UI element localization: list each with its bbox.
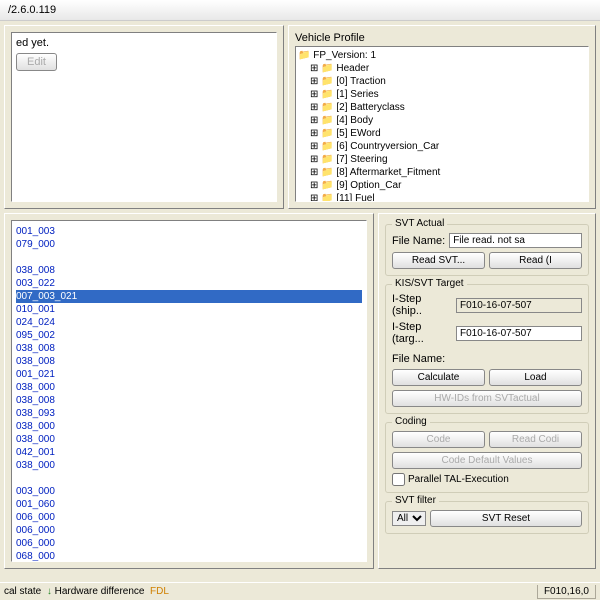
list-item[interactable]: 038_000 <box>16 381 362 394</box>
status-cal: cal state <box>4 586 41 597</box>
list-item[interactable]: 003_000 <box>16 485 362 498</box>
filename-label2: File Name: <box>392 353 445 365</box>
list-item[interactable]: 007_003_021 <box>16 290 362 303</box>
list-item[interactable]: 038_000 <box>16 459 362 472</box>
istep-ship-label: I-Step (ship.. <box>392 293 452 317</box>
istep-targ-label: I-Step (targ... <box>392 321 452 345</box>
read-button[interactable]: Read (I <box>489 252 582 269</box>
tree-item[interactable]: [2] Batteryclass <box>298 101 586 114</box>
hardware-diff-icon: ↓ <box>47 586 52 597</box>
svt-actual-group: SVT Actual File Name: Read SVT...Read (I <box>385 224 589 276</box>
filename-label: File Name: <box>392 235 445 247</box>
tree-item[interactable]: [9] Option_Car <box>298 179 586 192</box>
list-item[interactable]: 038_008 <box>16 342 362 355</box>
list-item[interactable]: 024_024 <box>16 316 362 329</box>
list-item[interactable]: 038_093 <box>16 407 362 420</box>
status-fdl: FDL <box>150 586 169 597</box>
list-item[interactable]: 038_008 <box>16 264 362 277</box>
coding-group: Coding CodeRead Codi Code Default Values… <box>385 422 589 493</box>
edit-button[interactable]: Edit <box>16 53 57 71</box>
list-item[interactable]: 006_000 <box>16 537 362 550</box>
code-default-button: Code Default Values <box>392 452 582 469</box>
istep-targ-input[interactable] <box>456 326 582 341</box>
group-title: SVT Actual <box>392 218 447 229</box>
list-panel: 001_003079_000038_008003_022007_003_0210… <box>4 213 374 569</box>
filter-select[interactable]: All <box>392 511 426 526</box>
filename-input[interactable] <box>449 233 582 248</box>
calculate-button[interactable]: Calculate <box>392 369 485 386</box>
list-item[interactable]: 010_001 <box>16 303 362 316</box>
tree-item[interactable]: [5] EWord <box>298 127 586 140</box>
list-item[interactable]: 068_000 <box>16 550 362 562</box>
group-title: Coding <box>392 416 430 427</box>
list-item[interactable]: 003_022 <box>16 277 362 290</box>
svt-filter-group: SVT filter All SVT Reset <box>385 501 589 534</box>
tree-item[interactable]: [1] Series <box>298 88 586 101</box>
read-svt-button[interactable]: Read SVT... <box>392 252 485 269</box>
list-item[interactable]: 006_000 <box>16 524 362 537</box>
tree-item[interactable]: [11] Fuel <box>298 192 586 202</box>
istep-ship-input <box>456 298 582 313</box>
list-item[interactable] <box>16 472 362 485</box>
list-item[interactable]: 006_000 <box>16 511 362 524</box>
parallel-tal-input[interactable] <box>392 473 405 486</box>
svt-reset-button[interactable]: SVT Reset <box>430 510 582 527</box>
list-item[interactable]: 095_002 <box>16 329 362 342</box>
tree-item[interactable]: [4] Body <box>298 114 586 127</box>
tree-item[interactable]: [8] Aftermarket_Fitment <box>298 166 586 179</box>
status-right: F010,16,0 <box>537 585 596 599</box>
ecu-list[interactable]: 001_003079_000038_008003_022007_003_0210… <box>11 220 367 562</box>
load-button[interactable]: Load <box>489 369 582 386</box>
kis-svt-target-group: KIS/SVT Target I-Step (ship.. I-Step (ta… <box>385 284 589 414</box>
list-item[interactable]: 038_000 <box>16 433 362 446</box>
list-item[interactable]: 038_008 <box>16 394 362 407</box>
tree-item[interactable]: [0] Traction <box>298 75 586 88</box>
tree-root[interactable]: FP_Version: 1 <box>298 49 586 62</box>
list-item[interactable]: 001_021 <box>16 368 362 381</box>
left-panel: ed yet. Edit <box>4 25 284 209</box>
parallel-tal-checkbox[interactable]: Parallel TAL-Execution <box>392 473 582 486</box>
list-item[interactable]: 042_001 <box>16 446 362 459</box>
list-item[interactable]: 001_003 <box>16 225 362 238</box>
tree-item[interactable]: Header <box>298 62 586 75</box>
vehicle-profile-label: Vehicle Profile <box>295 32 589 44</box>
list-item[interactable] <box>16 251 362 264</box>
tree-item[interactable]: [6] Countryversion_Car <box>298 140 586 153</box>
list-item[interactable]: 001_060 <box>16 498 362 511</box>
message-text: ed yet. <box>16 37 272 49</box>
message-box: ed yet. Edit <box>11 32 277 202</box>
vehicle-profile-tree[interactable]: FP_Version: 1 Header[0] Traction[1] Seri… <box>295 46 589 202</box>
read-coding-button: Read Codi <box>489 431 582 448</box>
hwids-button: HW-IDs from SVTactual <box>392 390 582 407</box>
list-item[interactable]: 038_000 <box>16 420 362 433</box>
tree-item[interactable]: [7] Steering <box>298 153 586 166</box>
group-title: KIS/SVT Target <box>392 278 467 289</box>
status-bar: cal state ↓ Hardware difference FDL F010… <box>0 582 600 600</box>
list-item[interactable]: 038_008 <box>16 355 362 368</box>
title-bar: /2.6.0.119 <box>0 0 600 21</box>
code-button: Code <box>392 431 485 448</box>
list-item[interactable]: 079_000 <box>16 238 362 251</box>
vehicle-profile-panel: Vehicle Profile FP_Version: 1 Header[0] … <box>288 25 596 209</box>
group-title: SVT filter <box>392 495 439 506</box>
svt-panel: SVT Actual File Name: Read SVT...Read (I… <box>378 213 596 569</box>
status-hw: Hardware difference <box>55 586 145 597</box>
